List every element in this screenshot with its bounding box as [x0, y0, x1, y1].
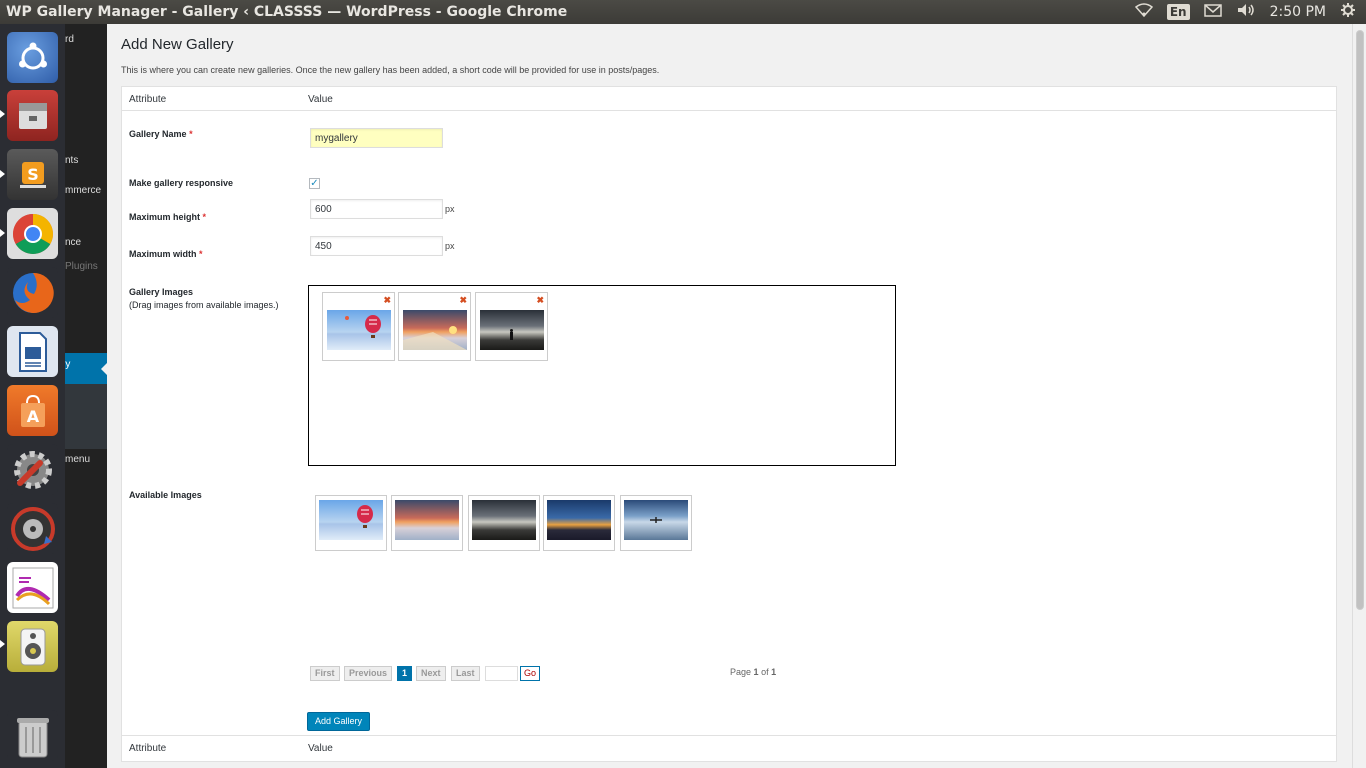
table-header: Attribute Value — [122, 87, 1336, 111]
wp-admin-sidebar: rd nts mmerce nce Plugins ry menu — [65, 24, 107, 768]
main-content: Add New Gallery This is where you can cr… — [107, 24, 1352, 768]
city-lights-dusk-image — [547, 500, 611, 540]
wp-menu-comments[interactable]: nts — [65, 155, 78, 166]
sunset-road-image — [403, 310, 467, 350]
trash-icon[interactable] — [7, 710, 58, 761]
max-height-label: Maximum height * — [129, 212, 207, 222]
wp-menu-dashboard[interactable]: rd — [65, 34, 74, 45]
window-title: WP Gallery Manager - Gallery ‹ CLASSSS —… — [6, 4, 568, 20]
pagination-last-button[interactable]: Last — [451, 666, 480, 681]
available-image-item[interactable] — [391, 495, 463, 551]
pagination-next-button[interactable]: Next — [416, 666, 446, 681]
stormy-sky-person-image — [472, 500, 536, 540]
gallery-image-item[interactable]: ✖ — [398, 292, 471, 361]
available-images-label: Available Images — [129, 490, 202, 500]
clock[interactable]: 2:50 PM — [1270, 4, 1326, 20]
wifi-icon[interactable] — [1134, 3, 1153, 21]
running-indicator — [0, 640, 5, 648]
wp-submenu — [65, 384, 107, 449]
gallery-images-hint: (Drag images from available images.) — [129, 300, 279, 310]
wp-menu-collapse[interactable]: menu — [65, 454, 90, 465]
max-width-input[interactable] — [310, 236, 443, 256]
libreoffice-writer-icon[interactable] — [7, 326, 58, 377]
max-height-input[interactable] — [310, 199, 443, 219]
responsive-label: Make gallery responsive — [129, 178, 234, 188]
wp-menu-plugins[interactable]: Plugins — [65, 261, 98, 272]
gallery-name-input[interactable] — [310, 128, 443, 148]
running-indicator — [0, 170, 5, 178]
max-height-unit: px — [445, 204, 455, 214]
running-indicator — [0, 229, 5, 237]
gallery-form-panel: Attribute Value Gallery Name * Make gall… — [121, 86, 1337, 762]
mail-icon[interactable] — [1203, 3, 1222, 21]
window-title-bar: WP Gallery Manager - Gallery ‹ CLASSSS —… — [0, 0, 1366, 24]
max-width-unit: px — [445, 241, 455, 251]
add-gallery-button[interactable]: Add Gallery — [307, 712, 371, 731]
running-indicator — [0, 110, 5, 118]
volume-icon[interactable] — [1236, 3, 1256, 21]
column-value: Value — [308, 94, 333, 105]
pagination-go-button[interactable]: Go — [520, 666, 541, 681]
system-settings-icon[interactable] — [7, 444, 58, 495]
pagination-page-info: Page 1 of 1 — [730, 667, 777, 677]
page-title: Add New Gallery — [121, 36, 234, 53]
files-icon[interactable] — [7, 90, 58, 141]
keyboard-language-indicator[interactable]: En — [1166, 4, 1190, 20]
hot-air-balloon-image — [319, 500, 383, 540]
sublime-text-icon[interactable]: S — [7, 149, 58, 200]
column-attribute: Attribute — [129, 94, 167, 105]
gallery-image-item[interactable]: ✖ — [475, 292, 548, 361]
backup-icon[interactable] — [7, 503, 58, 554]
wp-menu-woocommerce[interactable]: mmerce — [65, 185, 101, 196]
available-image-item[interactable] — [315, 495, 387, 551]
gallery-name-label: Gallery Name * — [129, 129, 193, 139]
pagination-previous-button[interactable]: Previous — [344, 666, 393, 681]
pagination-current-page[interactable]: 1 — [397, 666, 413, 681]
power-settings-icon[interactable] — [1340, 2, 1356, 22]
available-image-item[interactable] — [468, 495, 540, 551]
stormy-sky-person-image — [480, 310, 544, 350]
firefox-icon[interactable] — [7, 267, 58, 318]
remove-image-icon[interactable]: ✖ — [383, 295, 391, 306]
audio-player-icon[interactable] — [7, 621, 58, 672]
gallery-images-label: Gallery Images (Drag images from availab… — [129, 287, 279, 310]
unity-launcher: S A — [0, 24, 65, 768]
scrollbar-thumb[interactable] — [1356, 30, 1364, 610]
hot-air-balloon-image — [327, 310, 391, 350]
gallery-images-dropzone[interactable]: ✖ ✖ ✖ — [308, 285, 896, 466]
page-description: This is where you can create new galleri… — [121, 65, 660, 75]
responsive-checkbox[interactable]: ✓ — [309, 178, 320, 189]
remove-image-icon[interactable]: ✖ — [459, 295, 467, 306]
image-viewer-icon[interactable] — [7, 562, 58, 613]
required-mark: * — [189, 129, 193, 139]
chrome-icon[interactable] — [7, 208, 58, 259]
max-width-label: Maximum width * — [129, 249, 203, 259]
remove-image-icon[interactable]: ✖ — [536, 295, 544, 306]
column-value-footer: Value — [308, 743, 333, 754]
sunset-road-image — [395, 500, 459, 540]
gallery-image-item[interactable]: ✖ — [322, 292, 395, 361]
software-center-icon[interactable]: A — [7, 385, 58, 436]
wp-menu-gallery-label: ry — [65, 359, 71, 370]
page-scrollbar[interactable] — [1352, 24, 1366, 768]
svg-text:S: S — [27, 165, 39, 184]
wp-menu-gallery-active[interactable]: ry — [65, 353, 107, 384]
pagination-page-input[interactable] — [485, 666, 518, 681]
system-indicators: En 2:50 PM — [1134, 2, 1366, 22]
available-image-item[interactable] — [620, 495, 692, 551]
svg-text:A: A — [26, 407, 39, 426]
table-footer: Attribute Value — [122, 735, 1336, 763]
pagination-first-button[interactable]: First — [310, 666, 340, 681]
ubuntu-dash-icon[interactable] — [7, 32, 58, 83]
airplane-over-water-image — [624, 500, 688, 540]
wp-menu-appearance[interactable]: nce — [65, 237, 81, 248]
available-image-item[interactable] — [543, 495, 615, 551]
column-attribute-footer: Attribute — [129, 743, 167, 754]
